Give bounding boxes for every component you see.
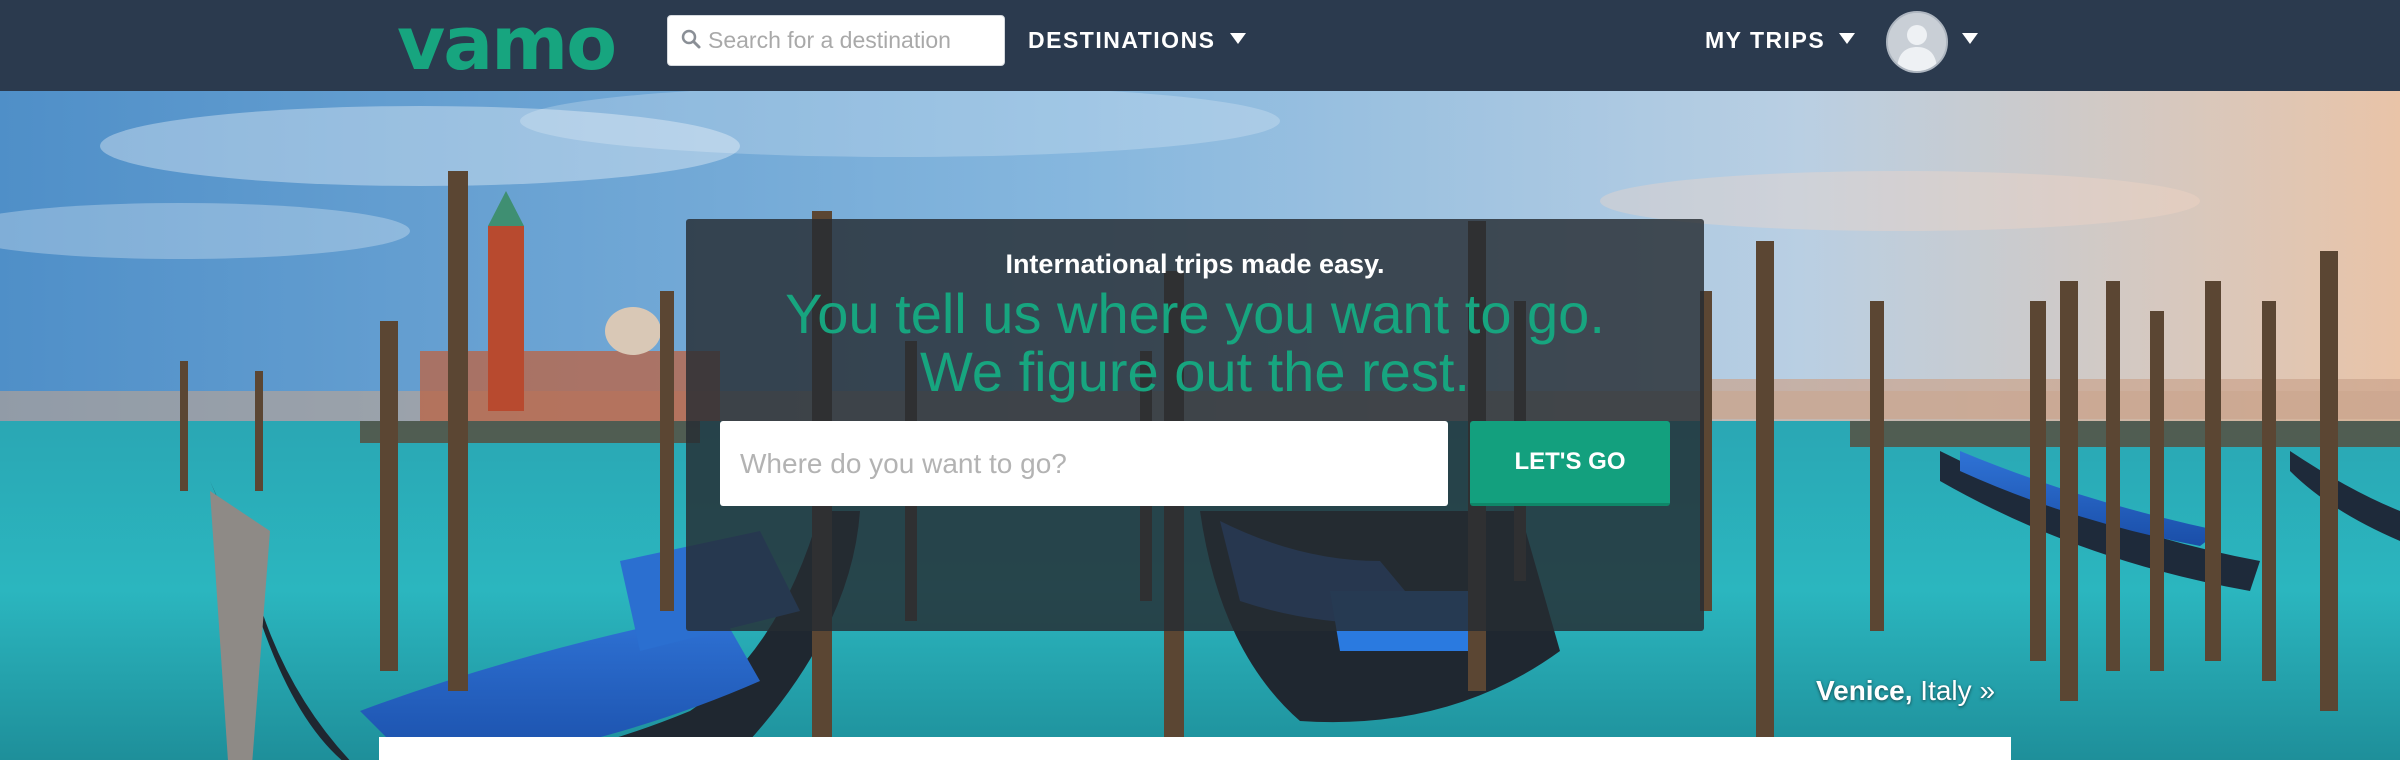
hero-tagline: International trips made easy. — [1005, 249, 1385, 279]
top-navbar: vamo DESTINATIONS MY TRIPS — [0, 0, 2400, 91]
location-country: Italy — [1920, 675, 1972, 706]
hero-headline: You tell us where you want to go. We fig… — [686, 285, 1704, 401]
user-avatar-icon — [1888, 13, 1946, 71]
hero-headline-line-2: We figure out the rest. — [920, 340, 1470, 403]
destinations-menu[interactable]: DESTINATIONS — [1028, 22, 1246, 58]
location-credit-link[interactable]: Venice, Italy » — [1816, 675, 1995, 707]
hero-section: International trips made easy. You tell … — [0, 91, 2400, 760]
chevron-down-icon — [1229, 33, 1246, 44]
user-avatar[interactable] — [1886, 11, 1948, 73]
chevron-down-icon — [1839, 33, 1856, 44]
account-menu-chevron-icon[interactable] — [1962, 33, 1978, 44]
destination-search-input[interactable] — [708, 16, 998, 65]
lets-go-button[interactable]: LET'S GO — [1470, 421, 1670, 506]
hero-search-panel: International trips made easy. You tell … — [686, 219, 1704, 631]
content-card-top-edge — [379, 737, 2011, 760]
destinations-label: DESTINATIONS — [1028, 27, 1216, 53]
my-trips-menu[interactable]: MY TRIPS — [1705, 22, 1856, 58]
location-city: Venice, — [1816, 675, 1913, 706]
search-icon — [681, 29, 701, 49]
destination-search-box[interactable] — [667, 15, 1005, 66]
where-to-go-input[interactable] — [720, 421, 1448, 506]
vamo-logo[interactable]: vamo — [397, 2, 617, 86]
my-trips-label: MY TRIPS — [1705, 27, 1826, 53]
location-arrow-icon: » — [1979, 675, 1996, 706]
hero-headline-line-1: You tell us where you want to go. — [785, 282, 1605, 345]
